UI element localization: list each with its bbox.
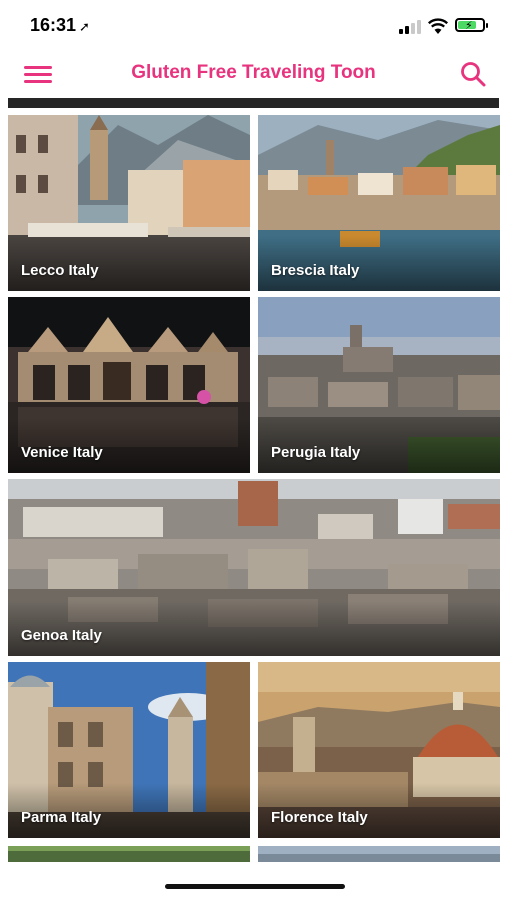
city-tile-partial[interactable] bbox=[8, 846, 250, 862]
city-label: Venice Italy bbox=[21, 444, 103, 461]
city-tile-genoa[interactable]: Genoa Italy bbox=[8, 479, 500, 656]
status-time: 16:31 ➚ bbox=[30, 15, 90, 36]
city-label: Brescia Italy bbox=[271, 262, 360, 279]
city-label: Parma Italy bbox=[21, 809, 102, 826]
wifi-icon bbox=[427, 18, 449, 34]
home-indicator[interactable] bbox=[165, 884, 345, 889]
city-label: Florence Italy bbox=[271, 809, 368, 826]
city-tile-brescia[interactable]: Brescia Italy bbox=[258, 115, 500, 291]
city-tile-venice[interactable]: Venice Italy bbox=[8, 297, 250, 473]
app-header: Gluten Free Traveling Toon bbox=[0, 50, 507, 98]
location-arrow-icon: ➚ bbox=[79, 19, 90, 34]
app-title: Gluten Free Traveling Toon bbox=[131, 62, 376, 83]
city-tile-parma[interactable]: Parma Italy bbox=[8, 662, 250, 838]
search-icon[interactable] bbox=[459, 60, 487, 88]
battery-tip bbox=[486, 23, 488, 28]
city-label: Genoa Italy bbox=[21, 627, 102, 644]
city-label: Perugia Italy bbox=[271, 444, 361, 461]
status-time-text: 16:31 bbox=[30, 15, 77, 35]
battery-icon: ⚡ bbox=[455, 18, 485, 32]
city-tile-partial[interactable] bbox=[258, 846, 500, 862]
partial-photo bbox=[258, 846, 500, 862]
partial-photo bbox=[8, 846, 250, 862]
previous-tile-edge bbox=[8, 98, 499, 108]
city-tile-perugia[interactable]: Perugia Italy bbox=[258, 297, 500, 473]
city-label: Lecco Italy bbox=[21, 262, 99, 279]
city-tile-florence[interactable]: Florence Italy bbox=[258, 662, 500, 838]
cellular-signal-icon bbox=[399, 20, 423, 34]
city-tile-lecco[interactable]: Lecco Italy bbox=[8, 115, 250, 291]
status-bar: 16:31 ➚ ⚡ bbox=[0, 0, 507, 50]
